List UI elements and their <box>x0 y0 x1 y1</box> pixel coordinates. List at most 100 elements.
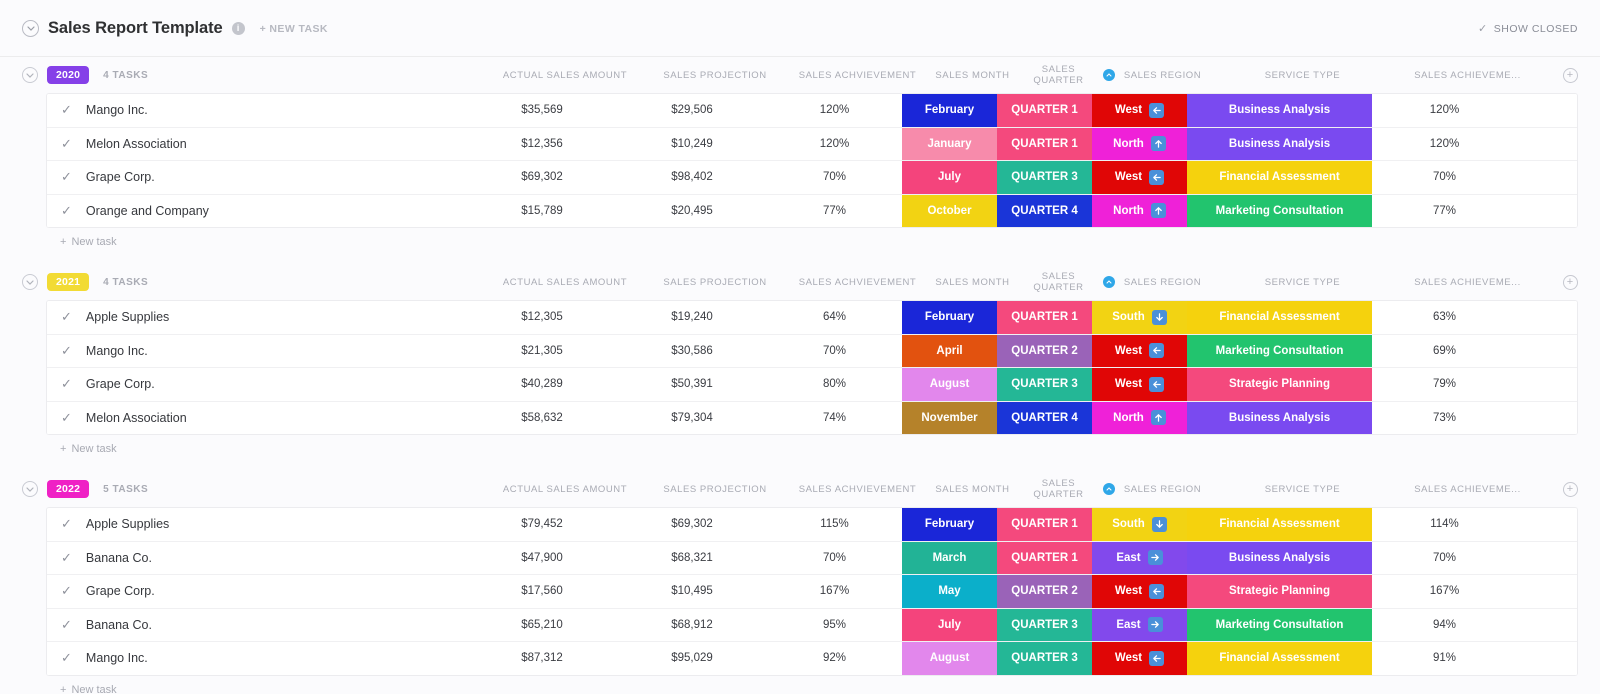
cell-sales-achievement[interactable]: 92% <box>767 642 902 675</box>
cell-sales-achievement[interactable]: 64% <box>767 301 902 334</box>
cell-sales-projection[interactable]: $50,391 <box>617 368 767 401</box>
group-year-badge[interactable]: 2021 <box>47 273 90 291</box>
cell-actual-sales-amount[interactable]: $21,305 <box>467 335 617 368</box>
cell-sales-quarter[interactable]: QUARTER 1 <box>997 541 1092 574</box>
add-new-task-row[interactable]: + New task <box>0 676 1600 694</box>
cell-service-type[interactable]: Marketing Consultation <box>1187 608 1372 641</box>
column-header-sales-achievement[interactable]: SALES ACHVIEVEMENT <box>790 57 925 93</box>
task-name-cell[interactable]: ✓ Grape Corp. <box>47 575 467 608</box>
cell-sales-month[interactable]: February <box>902 508 997 541</box>
cell-service-type[interactable]: Business Analysis <box>1187 401 1372 434</box>
cell-sales-quarter[interactable]: QUARTER 3 <box>997 642 1092 675</box>
cell-sales-quarter[interactable]: QUARTER 4 <box>997 401 1092 434</box>
cell-actual-sales-amount[interactable]: $17,560 <box>467 575 617 608</box>
cell-actual-sales-amount[interactable]: $58,632 <box>467 402 617 435</box>
cell-sales-projection[interactable]: $68,321 <box>617 542 767 575</box>
cell-sales-achievement-2[interactable]: 167% <box>1372 575 1517 608</box>
cell-sales-quarter[interactable]: QUARTER 3 <box>997 608 1092 641</box>
column-header-sales-quarter[interactable]: SALES QUARTER <box>1020 57 1115 93</box>
column-header-sales-projection[interactable]: SALES PROJECTION <box>640 471 790 507</box>
cell-sales-achievement[interactable]: 115% <box>767 508 902 541</box>
group-collapse-icon[interactable] <box>22 67 38 83</box>
cell-sales-region[interactable]: West <box>1092 161 1187 194</box>
cell-sales-achievement[interactable]: 120% <box>767 94 902 127</box>
cell-actual-sales-amount[interactable]: $79,452 <box>467 508 617 541</box>
cell-sales-month[interactable]: August <box>902 642 997 675</box>
cell-sales-region[interactable]: East <box>1092 608 1187 641</box>
column-header-sales-month[interactable]: SALES MONTH <box>925 57 1020 93</box>
table-row[interactable]: ✓ Apple Supplies $12,305 $19,240 64% February… <box>47 301 1577 335</box>
cell-sales-quarter[interactable]: QUARTER 3 <box>997 368 1092 401</box>
cell-sales-quarter[interactable]: QUARTER 1 <box>997 127 1092 160</box>
column-header-actual-sales-amount[interactable]: ACTUAL SALES AMOUNT <box>490 264 640 300</box>
cell-sales-achievement[interactable]: 80% <box>767 368 902 401</box>
cell-actual-sales-amount[interactable]: $15,789 <box>467 195 617 228</box>
cell-sales-projection[interactable]: $20,495 <box>617 195 767 228</box>
task-complete-check-icon[interactable]: ✓ <box>61 169 72 185</box>
cell-service-type[interactable]: Strategic Planning <box>1187 575 1372 608</box>
cell-sales-projection[interactable]: $19,240 <box>617 301 767 334</box>
column-header-sales-achievement[interactable]: SALES ACHVIEVEMENT <box>790 471 925 507</box>
cell-sales-achievement[interactable]: 70% <box>767 335 902 368</box>
table-row[interactable]: ✓ Grape Corp. $40,289 $50,391 80% August QUART… <box>47 368 1577 402</box>
group-collapse-icon[interactable] <box>22 481 38 497</box>
task-complete-check-icon[interactable]: ✓ <box>61 583 72 599</box>
cell-sales-quarter[interactable]: QUARTER 1 <box>997 301 1092 334</box>
group-year-badge[interactable]: 2020 <box>47 66 90 84</box>
cell-sales-region[interactable]: West <box>1092 642 1187 675</box>
add-new-task-row[interactable]: + New task <box>0 228 1600 264</box>
cell-actual-sales-amount[interactable]: $35,569 <box>467 94 617 127</box>
cell-sales-month[interactable]: January <box>902 127 997 160</box>
column-header-sales-achievement[interactable]: SALES ACHVIEVEMENT <box>790 264 925 300</box>
cell-sales-achievement-2[interactable]: 79% <box>1372 368 1517 401</box>
table-row[interactable]: ✓ Melon Association $12,356 $10,249 120% Janu… <box>47 127 1577 161</box>
cell-actual-sales-amount[interactable]: $47,900 <box>467 542 617 575</box>
cell-sales-projection[interactable]: $95,029 <box>617 642 767 675</box>
cell-sales-region[interactable]: West <box>1092 94 1187 127</box>
cell-service-type[interactable]: Business Analysis <box>1187 127 1372 160</box>
table-row[interactable]: ✓ Orange and Company $15,789 $20,495 77% Octo… <box>47 194 1577 228</box>
new-task-button[interactable]: + NEW TASK <box>260 23 328 35</box>
group-year-badge[interactable]: 2022 <box>47 480 90 498</box>
cell-sales-achievement[interactable]: 167% <box>767 575 902 608</box>
cell-service-type[interactable]: Marketing Consultation <box>1187 194 1372 227</box>
table-row[interactable]: ✓ Melon Association $58,632 $79,304 74% Novem… <box>47 401 1577 435</box>
cell-sales-projection[interactable]: $30,586 <box>617 335 767 368</box>
cell-sales-achievement-2[interactable]: 114% <box>1372 508 1517 541</box>
cell-sales-projection[interactable]: $29,506 <box>617 94 767 127</box>
cell-sales-quarter[interactable]: QUARTER 1 <box>997 94 1092 127</box>
show-closed-toggle[interactable]: ✓ SHOW CLOSED <box>1478 22 1578 36</box>
cell-sales-region[interactable]: South <box>1092 301 1187 334</box>
task-name-cell[interactable]: ✓ Melon Association <box>47 402 467 435</box>
cell-sales-projection[interactable]: $79,304 <box>617 402 767 435</box>
task-name-cell[interactable]: ✓ Banana Co. <box>47 542 467 575</box>
column-header-sales-quarter[interactable]: SALES QUARTER <box>1020 264 1115 300</box>
column-header-actual-sales-amount[interactable]: ACTUAL SALES AMOUNT <box>490 471 640 507</box>
task-complete-check-icon[interactable]: ✓ <box>61 550 72 566</box>
task-complete-check-icon[interactable]: ✓ <box>61 102 72 118</box>
cell-service-type[interactable]: Strategic Planning <box>1187 368 1372 401</box>
column-header-actual-sales-amount[interactable]: ACTUAL SALES AMOUNT <box>490 57 640 93</box>
task-name-cell[interactable]: ✓ Melon Association <box>47 128 467 161</box>
cell-sales-region[interactable]: West <box>1092 334 1187 367</box>
cell-sales-region[interactable]: East <box>1092 541 1187 574</box>
table-row[interactable]: ✓ Grape Corp. $17,560 $10,495 167% May QUARTER… <box>47 575 1577 609</box>
task-complete-check-icon[interactable]: ✓ <box>61 617 72 633</box>
cell-sales-achievement[interactable]: 70% <box>767 161 902 194</box>
info-icon[interactable]: i <box>231 22 245 35</box>
cell-sales-achievement-2[interactable]: 70% <box>1372 161 1517 194</box>
column-header-sales-month[interactable]: SALES MONTH <box>925 471 1020 507</box>
cell-sales-month[interactable]: April <box>902 334 997 367</box>
task-name-cell[interactable]: ✓ Mango Inc. <box>47 94 467 127</box>
column-header-sales-achievement-2[interactable]: SALES ACHIEVEME... <box>1395 471 1540 507</box>
column-header-service-type[interactable]: SERVICE TYPE <box>1210 264 1395 300</box>
task-complete-check-icon[interactable]: ✓ <box>61 376 72 392</box>
cell-sales-month[interactable]: March <box>902 541 997 574</box>
cell-sales-region[interactable]: South <box>1092 508 1187 541</box>
cell-sales-achievement-2[interactable]: 63% <box>1372 301 1517 334</box>
column-header-sales-achievement-2[interactable]: SALES ACHIEVEME... <box>1395 264 1540 300</box>
cell-actual-sales-amount[interactable]: $65,210 <box>467 609 617 642</box>
cell-sales-achievement-2[interactable]: 120% <box>1372 128 1517 161</box>
cell-sales-month[interactable]: October <box>902 194 997 227</box>
add-new-task-row[interactable]: + New task <box>0 435 1600 471</box>
